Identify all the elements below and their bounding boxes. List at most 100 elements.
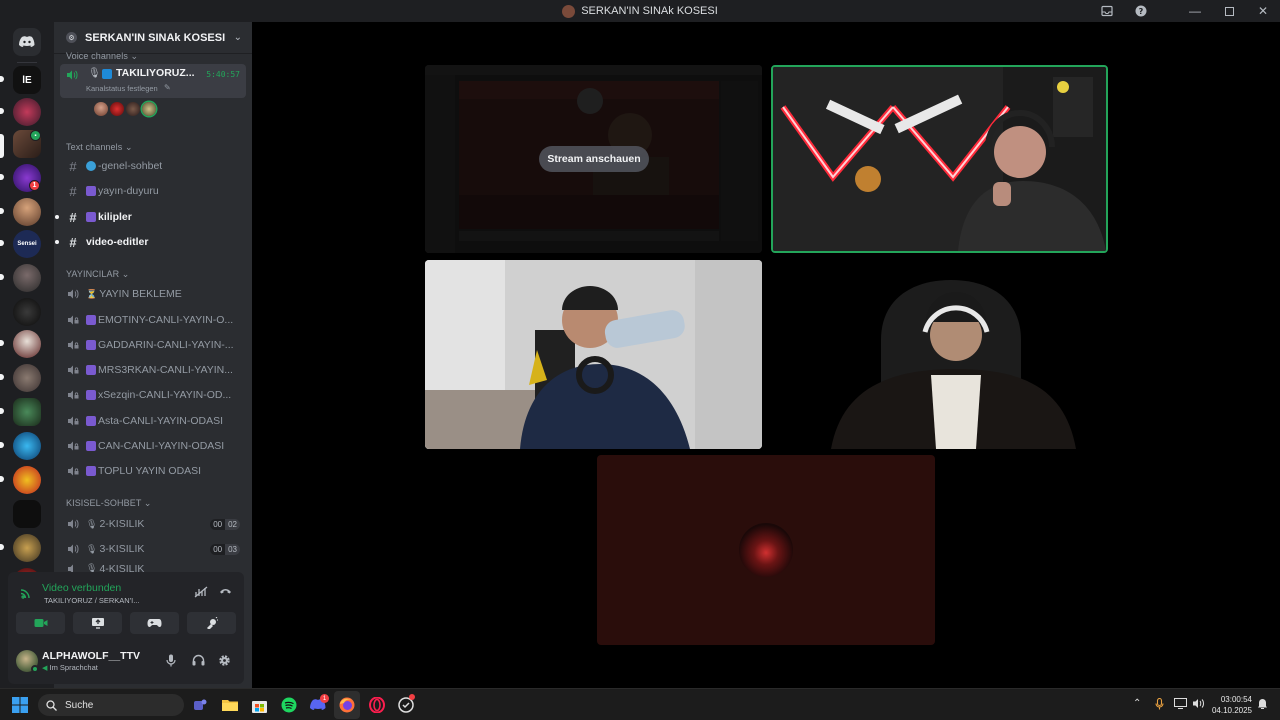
soundboard-button[interactable]: [187, 612, 236, 634]
microphone-icon[interactable]: [166, 654, 176, 670]
server-icon[interactable]: Sensei: [13, 230, 41, 258]
server-icon[interactable]: [13, 330, 41, 358]
network-icon[interactable]: [1174, 698, 1187, 712]
people-emoji-icon: [86, 315, 96, 325]
soundboard-icon: [207, 617, 218, 629]
spotify-icon[interactable]: [279, 695, 299, 715]
connection-signal-icon[interactable]: [20, 587, 32, 602]
maximize-icon[interactable]: [1212, 0, 1246, 22]
voice-channel-mrs3rkan[interactable]: MRS3RKAN-CANLI-YAYIN...: [60, 359, 246, 381]
close-icon[interactable]: ✕: [1246, 0, 1280, 22]
speaker-locked-icon: [66, 440, 80, 452]
server-icon[interactable]: [13, 98, 41, 126]
microsoft-store-icon[interactable]: [249, 695, 269, 715]
volume-icon[interactable]: [1192, 698, 1205, 712]
voice-channel-asta[interactable]: Asta-CANLI-YAYIN-ODASI: [60, 410, 246, 432]
server-icon: [562, 4, 576, 18]
voice-channel-yayin-bekleme[interactable]: ⏳ YAYIN BEKLEME: [60, 283, 246, 305]
active-voice-channel[interactable]: 🎙 TAKILIYORUZ... 5:40:57 Kanalstatus fes…: [60, 64, 246, 98]
category-text-channels[interactable]: Text channels ⌄: [66, 142, 133, 153]
teams-icon[interactable]: [190, 695, 210, 715]
voice-actions: [16, 612, 236, 634]
help-icon[interactable]: ?: [1124, 0, 1158, 22]
video-tile-speaking[interactable]: [771, 65, 1108, 253]
category-voice-channels[interactable]: Voice channels ⌄: [66, 51, 138, 62]
minimize-icon[interactable]: —: [1178, 0, 1212, 22]
channel-video-editler[interactable]: # video-editler: [55, 231, 246, 253]
hash-icon: #: [69, 158, 77, 174]
voice-channel-toplu[interactable]: TOPLU YAYIN ODASI: [60, 460, 246, 482]
avatar[interactable]: [110, 102, 124, 116]
film-emoji-icon: [86, 186, 96, 196]
voice-channel-emotiny[interactable]: EMOTINY-CANLI-YAYIN-O...: [60, 309, 246, 331]
watch-stream-button[interactable]: Stream anschauen: [539, 146, 649, 172]
unread-pill: [0, 208, 4, 214]
channel-yayin-duyuru[interactable]: # yayın-duyuru: [60, 180, 246, 202]
voice-channel-gaddarin[interactable]: GADDARIN-CANLI-YAYIN-...: [60, 334, 246, 356]
voice-channel-3-kisilik[interactable]: 🎙 3-KISILIK 00 03: [60, 538, 246, 560]
edit-pencil-icon[interactable]: ✎: [164, 83, 171, 92]
server-icon[interactable]: [13, 298, 41, 326]
user-limit-badge: 00 02: [210, 518, 240, 530]
active-server-pill: [0, 134, 4, 158]
unread-pill: [0, 544, 4, 550]
server-icon[interactable]: [13, 264, 41, 292]
opera-gx-icon[interactable]: [367, 695, 387, 715]
unread-pill: [0, 442, 4, 448]
taskbar-search[interactable]: Suche: [38, 694, 184, 716]
channel-kilipler[interactable]: # kilipler: [55, 206, 246, 228]
avatar[interactable]: [94, 102, 108, 116]
inbox-icon[interactable]: [1090, 0, 1124, 22]
discord-home-icon[interactable]: [13, 28, 41, 56]
firefox-icon[interactable]: [337, 695, 357, 715]
microphone-in-use-icon[interactable]: [1155, 697, 1164, 713]
screen-share-button[interactable]: [73, 612, 122, 634]
server-icon[interactable]: [13, 364, 41, 392]
server-icon[interactable]: [13, 198, 41, 226]
unread-pill: [0, 240, 4, 246]
server-icon[interactable]: lE: [13, 66, 41, 94]
people-emoji-icon: [86, 390, 96, 400]
avatar[interactable]: [126, 102, 140, 116]
video-tile[interactable]: [771, 260, 1108, 449]
avatar[interactable]: [142, 102, 156, 116]
video-tile[interactable]: [425, 260, 762, 449]
mic-emoji-icon: 🎙: [88, 68, 101, 79]
file-explorer-icon[interactable]: [220, 695, 240, 715]
chevron-up-icon[interactable]: ⌃: [1133, 698, 1141, 709]
voice-channel-can[interactable]: CAN-CANLI-YAYIN-ODASI: [60, 435, 246, 457]
chevron-down-icon[interactable]: ⌄: [234, 32, 242, 43]
notification-bell-icon[interactable]: [1257, 698, 1268, 713]
noise-suppression-icon[interactable]: [194, 586, 208, 601]
people-emoji-icon: [86, 441, 96, 451]
video-tile-camera-off[interactable]: [597, 455, 935, 645]
category-yayincilar[interactable]: YAYINCILAR ⌄: [66, 269, 129, 280]
unread-dot: [55, 215, 59, 219]
voice-channel-2-kisilik[interactable]: 🎙 2-KISILIK 00 02: [60, 513, 246, 535]
server-icon[interactable]: [13, 398, 41, 426]
server-icon[interactable]: [13, 432, 41, 460]
gamepad-icon: [147, 619, 162, 627]
unread-pill: [0, 408, 4, 414]
category-kisisel-sohbet[interactable]: KISISEL-SOHBET ⌄: [66, 498, 152, 509]
activities-button[interactable]: [130, 612, 179, 634]
user-limit-badge: 00 03: [210, 543, 240, 555]
voice-connection-panel: Video verbunden TAKILIYORUZ / SERKAN'I..…: [8, 572, 244, 638]
voice-channel-xsezqin[interactable]: xSezqin-CANLI-YAYIN-OD...: [60, 384, 246, 406]
server-icon[interactable]: [13, 500, 41, 528]
headphones-icon[interactable]: [192, 654, 205, 669]
voice-status[interactable]: Video verbunden: [42, 582, 121, 594]
settings-gear-icon[interactable]: [218, 654, 231, 670]
server-icon[interactable]: [13, 534, 41, 562]
channel-status[interactable]: Kanalstatus festlegen: [86, 84, 158, 93]
windows-start-icon[interactable]: [10, 695, 30, 715]
voice-channel-path[interactable]: TAKILIYORUZ / SERKAN'I...: [44, 596, 139, 605]
camera-icon: [34, 619, 47, 627]
camera-button[interactable]: [16, 612, 65, 634]
system-clock[interactable]: 03:00:54 04.10.2025: [1212, 694, 1252, 716]
guild-header[interactable]: ⚙ SERKAN'IN SINAk KOSESI ⌄: [54, 22, 252, 54]
username[interactable]: ALPHAWOLF__TTV: [42, 650, 140, 662]
disconnect-icon[interactable]: [219, 586, 232, 599]
server-icon[interactable]: [13, 466, 41, 494]
channel-genel-sohbet[interactable]: # -genel-sohbet: [60, 155, 246, 177]
